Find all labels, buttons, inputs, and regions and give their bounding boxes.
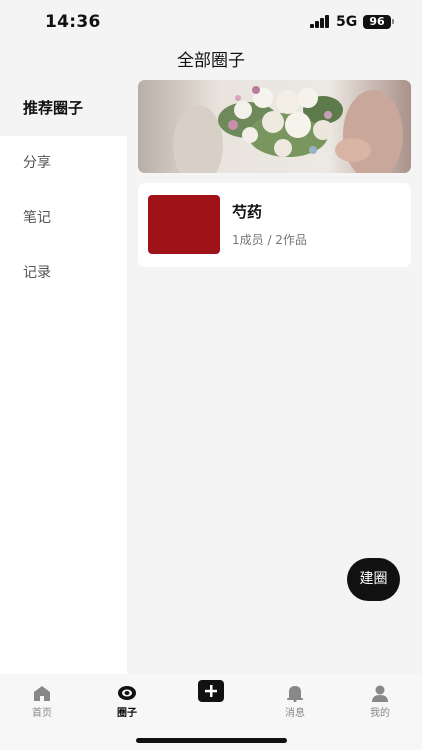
home-indicator (136, 738, 287, 743)
home-icon (34, 686, 50, 701)
plus-icon (205, 685, 217, 697)
battery-icon: 96 (363, 15, 391, 29)
network-type: 5G (336, 14, 358, 30)
tab-profile-label: 我的 (370, 708, 390, 719)
circle-card[interactable]: 芍药 1成员 / 2作品 (138, 183, 411, 267)
tab-profile[interactable]: 我的 (350, 684, 410, 719)
tab-messages[interactable]: 消息 (265, 684, 325, 719)
tab-messages-label: 消息 (285, 708, 305, 719)
circle-title: 芍药 (232, 203, 263, 221)
battery-tip (392, 19, 394, 24)
sidebar-item-records[interactable]: 记录 (0, 245, 127, 301)
sidebar-item-recommended[interactable]: 推荐圈子 (0, 80, 127, 136)
battery-level: 96 (369, 15, 385, 28)
banner-image[interactable] (138, 80, 411, 173)
signal-icon (310, 15, 330, 28)
tab-circles-label: 圈子 (117, 708, 137, 719)
bouquet-image (138, 80, 411, 173)
tab-home[interactable]: 首页 (12, 684, 72, 719)
add-button[interactable] (198, 680, 224, 702)
status-bar: 14:36 5G 96 (0, 0, 422, 46)
sidebar-item-share[interactable]: 分享 (0, 135, 127, 191)
person-icon (372, 685, 388, 702)
tab-home-label: 首页 (32, 708, 52, 719)
eye-icon (118, 686, 136, 700)
circle-meta: 1成员 / 2作品 (232, 233, 307, 247)
circle-thumbnail (148, 195, 220, 254)
page-title: 全部圈子 (177, 51, 245, 71)
sidebar-item-notes[interactable]: 笔记 (0, 190, 127, 246)
bell-icon (287, 686, 303, 702)
category-sidebar: 推荐圈子 分享 笔记 记录 (0, 80, 127, 674)
create-circle-button[interactable]: 建圈 (347, 558, 400, 601)
tab-circles[interactable]: 圈子 (97, 684, 157, 719)
status-time: 14:36 (45, 12, 101, 32)
